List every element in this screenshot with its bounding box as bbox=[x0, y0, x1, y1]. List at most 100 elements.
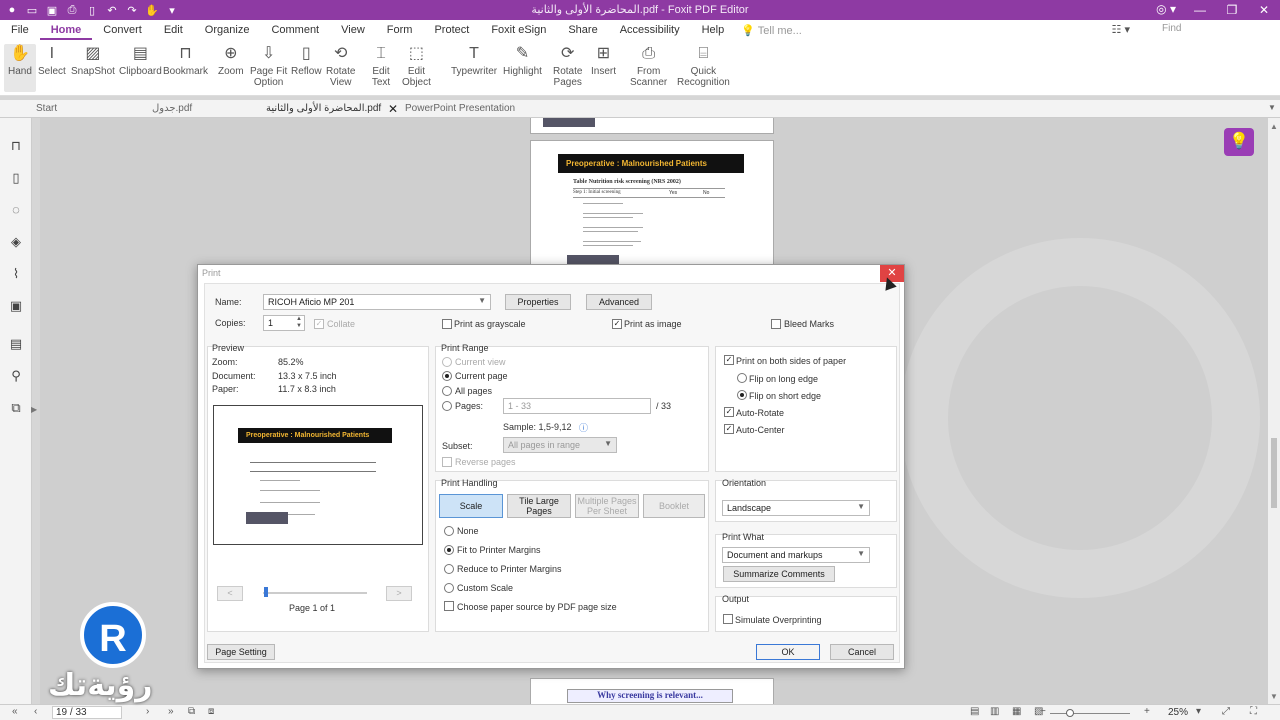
tell-me-box[interactable]: 💡 Tell me... bbox=[741, 24, 802, 37]
tile-large-pages-tab[interactable]: Tile Large Pages bbox=[507, 494, 571, 518]
fullscreen-icon[interactable]: ⛶ bbox=[1250, 706, 1257, 717]
scroll-up-icon[interactable]: ▲ bbox=[1270, 122, 1278, 131]
both-sides-checkbox[interactable]: ✓ bbox=[724, 355, 734, 365]
summarize-comments-button[interactable]: Summarize Comments bbox=[723, 566, 835, 582]
preview-next-button[interactable]: > bbox=[386, 586, 412, 601]
facing-page-icon[interactable]: ▦ bbox=[1012, 706, 1021, 717]
preview-prev-button[interactable]: < bbox=[217, 586, 243, 601]
scale-none-radio[interactable] bbox=[444, 526, 454, 536]
menu-comment[interactable]: Comment bbox=[260, 20, 330, 40]
orientation-select[interactable]: Landscape ▼ bbox=[722, 500, 870, 516]
paste-icon[interactable]: ⧈ bbox=[208, 706, 214, 717]
copy-icon[interactable]: ⧉ bbox=[188, 706, 195, 717]
scroll-thumb[interactable] bbox=[1271, 438, 1277, 508]
hand-tool-button[interactable]: ✋ Hand bbox=[4, 44, 36, 92]
auto-center-checkbox[interactable]: ✓ bbox=[724, 424, 734, 434]
select-tool-button[interactable]: I Select bbox=[38, 44, 66, 77]
find-input[interactable]: Find bbox=[1142, 23, 1252, 37]
printer-select[interactable]: RICOH Aficio MP 201 ▼ bbox=[263, 294, 491, 310]
spinner-arrows-icon[interactable]: ▲ ▼ bbox=[296, 316, 302, 330]
flip-short-edge-radio[interactable] bbox=[737, 390, 747, 400]
zoom-slider-track[interactable] bbox=[1050, 713, 1130, 714]
first-page-icon[interactable]: « bbox=[12, 706, 18, 717]
last-page-icon[interactable]: » bbox=[168, 706, 174, 717]
security-panel-icon[interactable]: ▣ bbox=[8, 298, 24, 314]
rotate-pages-button[interactable]: ⟳ Rotate Pages bbox=[553, 44, 582, 88]
snapshot-button[interactable]: ▨ SnapShot bbox=[71, 44, 115, 77]
restore-button[interactable]: ❐ bbox=[1216, 0, 1248, 20]
zoom-dropdown-icon[interactable]: ▾ bbox=[1196, 706, 1201, 717]
idea-lightbulb-button[interactable]: 💡 bbox=[1224, 128, 1254, 156]
comments-panel-icon[interactable]: ◌ bbox=[8, 202, 24, 218]
properties-button[interactable]: Properties bbox=[505, 294, 571, 310]
current-view-radio[interactable] bbox=[442, 357, 452, 367]
user-account-icon[interactable]: ◎ ▾ bbox=[1156, 2, 1176, 16]
page-fit-option-button[interactable]: ⇩ Page Fit Option bbox=[250, 44, 287, 88]
bookmark-button[interactable]: ⊓ Bookmark bbox=[163, 44, 208, 77]
view-options-icon[interactable]: ☷ ▾ bbox=[1112, 23, 1130, 36]
tabs-collapse-icon[interactable]: ▼ bbox=[1268, 103, 1276, 112]
typewriter-button[interactable]: T Typewriter bbox=[451, 44, 497, 77]
single-page-icon[interactable]: ▤ bbox=[970, 706, 979, 717]
fit-width-icon[interactable]: ⤢ bbox=[1222, 706, 1230, 717]
zoom-level[interactable]: 25% bbox=[1168, 707, 1188, 718]
tab-table-pdf[interactable]: جدول.pdf bbox=[152, 103, 192, 114]
preview-slider-thumb[interactable] bbox=[264, 587, 268, 597]
prev-page-icon[interactable]: ‹ bbox=[34, 706, 37, 717]
edit-text-button[interactable]: ⌶ Edit Text bbox=[370, 44, 392, 88]
all-pages-radio[interactable] bbox=[442, 386, 452, 396]
print-what-select[interactable]: Document and markups ▼ bbox=[722, 547, 870, 563]
booklet-tab[interactable]: Booklet bbox=[643, 494, 705, 518]
reduce-to-margins-radio[interactable] bbox=[444, 564, 454, 574]
scale-tab[interactable]: Scale bbox=[439, 494, 503, 518]
pages-range-input[interactable]: 1 - 33 bbox=[503, 398, 651, 414]
bleed-marks-checkbox[interactable] bbox=[771, 319, 781, 329]
layers-panel-icon[interactable]: ◈ bbox=[8, 234, 24, 250]
menu-view[interactable]: View bbox=[330, 20, 376, 40]
reflow-button[interactable]: ▯ Reflow bbox=[291, 44, 322, 77]
edit-object-button[interactable]: ⬚ Edit Object bbox=[402, 44, 431, 88]
menu-protect[interactable]: Protect bbox=[423, 20, 480, 40]
ok-button[interactable]: OK bbox=[756, 644, 820, 660]
from-scanner-button[interactable]: ⎙ From Scanner bbox=[630, 44, 667, 88]
custom-scale-radio[interactable] bbox=[444, 583, 454, 593]
page-setting-button[interactable]: Page Setting bbox=[207, 644, 275, 660]
tab-start[interactable]: Start bbox=[36, 103, 57, 114]
close-window-button[interactable]: ✕ bbox=[1248, 0, 1280, 20]
subset-select[interactable]: All pages in range ▼ bbox=[503, 437, 617, 453]
menu-convert[interactable]: Convert bbox=[92, 20, 153, 40]
quick-recognition-button[interactable]: ⌸ Quick Recognition bbox=[677, 44, 730, 88]
zoom-in-icon[interactable]: + bbox=[1144, 706, 1150, 717]
cancel-button[interactable]: Cancel bbox=[830, 644, 894, 660]
menu-form[interactable]: Form bbox=[376, 20, 424, 40]
fit-to-margins-radio[interactable] bbox=[444, 545, 454, 555]
menu-organize[interactable]: Organize bbox=[194, 20, 261, 40]
highlight-button[interactable]: ✎ Highlight bbox=[503, 44, 542, 77]
current-page-radio[interactable] bbox=[442, 371, 452, 381]
pages-panel-icon[interactable]: ▯ bbox=[8, 170, 24, 186]
panel-expand-icon[interactable]: ▶ bbox=[31, 405, 37, 414]
multiple-pages-tab[interactable]: Multiple Pages Per Sheet bbox=[575, 494, 639, 518]
tags-panel-icon[interactable]: ⚲ bbox=[8, 368, 24, 384]
next-page-icon[interactable]: › bbox=[146, 706, 149, 717]
menu-file[interactable]: File bbox=[0, 20, 40, 40]
menu-edit[interactable]: Edit bbox=[153, 20, 194, 40]
rotate-view-button[interactable]: ⟲ Rotate View bbox=[326, 44, 355, 88]
zoom-out-icon[interactable]: − bbox=[1040, 706, 1046, 717]
tab-powerpoint[interactable]: PowerPoint Presentation bbox=[405, 103, 515, 114]
clipboard-button[interactable]: ▤ Clipboard bbox=[119, 44, 162, 77]
menu-share[interactable]: Share bbox=[557, 20, 608, 40]
tab-close-icon[interactable]: ✕ bbox=[388, 102, 398, 116]
print-as-image-checkbox[interactable]: ✓ bbox=[612, 319, 622, 329]
collate-checkbox[interactable]: ✓ bbox=[314, 319, 324, 329]
attachments-panel-icon[interactable]: ⌇ bbox=[8, 266, 24, 282]
zoom-slider-thumb[interactable] bbox=[1066, 709, 1074, 717]
page-number-field[interactable]: 19 / 33 bbox=[52, 706, 122, 719]
menu-home[interactable]: Home bbox=[39, 20, 93, 40]
content-panel-icon[interactable]: ▤ bbox=[8, 336, 24, 352]
menu-foxit-esign[interactable]: Foxit eSign bbox=[480, 20, 557, 40]
preview-slider-track[interactable] bbox=[263, 592, 367, 594]
choose-paper-source-checkbox[interactable] bbox=[444, 601, 454, 611]
tab-lecture-pdf[interactable]: المحاضرة الأولى والثانية.pdf bbox=[266, 103, 381, 114]
grayscale-checkbox[interactable] bbox=[442, 319, 452, 329]
